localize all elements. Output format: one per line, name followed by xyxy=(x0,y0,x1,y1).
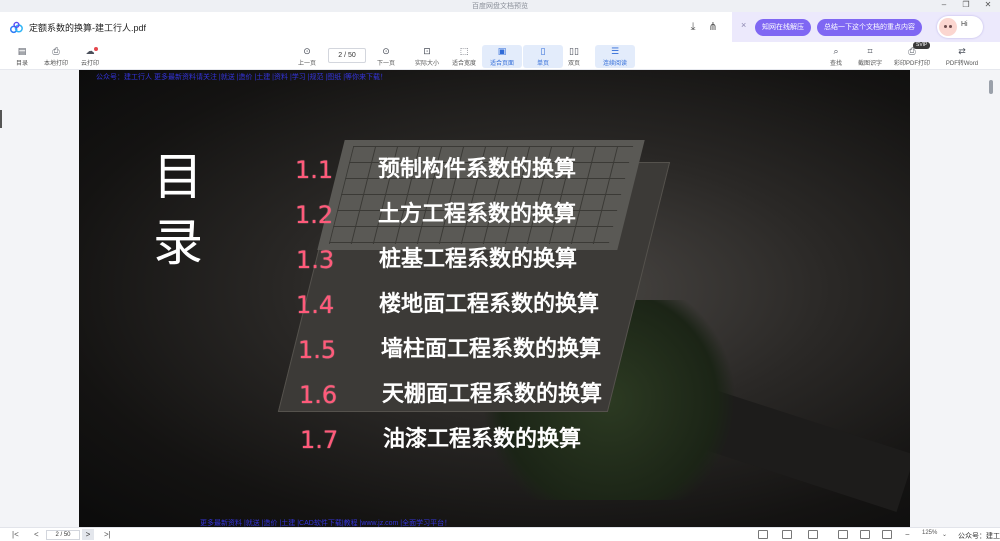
first-page-button[interactable]: |< xyxy=(12,530,19,540)
arrow-up-icon: ⊙ xyxy=(303,46,311,56)
toc-text: 墙柱面工程系数的换算 xyxy=(381,337,602,362)
fit-page-icon: ▣ xyxy=(497,46,507,56)
download-icon[interactable]: ⤓ xyxy=(686,20,700,34)
fit-icon[interactable] xyxy=(860,530,870,539)
close-button[interactable]: ✕ xyxy=(982,0,994,9)
scrollbar-thumb[interactable] xyxy=(989,80,993,94)
maximize-button[interactable]: ❐ xyxy=(960,0,972,9)
fit-width-icon: ⬚ xyxy=(459,46,469,56)
next-page-small-button[interactable]: > xyxy=(82,529,94,540)
share-icon[interactable]: ⋔ xyxy=(706,20,720,34)
continuous-icon: ☰ xyxy=(610,46,620,56)
toc-heading: 目 录 xyxy=(153,148,203,272)
arrow-down-icon: ⊙ xyxy=(382,46,390,56)
screenshot-ocr-button[interactable]: ⌗ 截图识字 xyxy=(850,45,890,68)
document-title: 定额系数的换算-建工行人.pdf xyxy=(29,23,147,33)
window-titlebar: 百度网盘文档预览 – ❐ ✕ xyxy=(0,0,1000,12)
app-title: 百度网盘文档预览 xyxy=(472,3,528,10)
ai-unzip-button[interactable]: 知网在线解压 xyxy=(755,19,811,36)
toc-number: 1.6 xyxy=(299,381,338,409)
continuous-read-button[interactable]: ☰ 连续阅读 xyxy=(595,45,635,68)
toc-number: 1.1 xyxy=(295,156,334,184)
toc-text: 土方工程系数的换算 xyxy=(378,202,577,227)
minimize-button[interactable]: – xyxy=(938,0,950,9)
view-mode-icon[interactable] xyxy=(808,530,818,539)
zoom-out-icon[interactable]: − xyxy=(905,530,910,540)
status-bar: |< < 2 / 50 > >| − 125% ⌄ xyxy=(0,527,1000,541)
next-page-button[interactable]: ⊙ 下一页 xyxy=(366,45,406,68)
toc-number: 1.5 xyxy=(298,336,337,364)
pdf-to-word-button[interactable]: ⇄ PDF转Word xyxy=(942,45,982,68)
fit-width-button[interactable]: ⬚ 适合宽度 xyxy=(444,45,484,68)
fit-page-button[interactable]: ▣ 适合页面 xyxy=(482,45,522,68)
collapse-icon[interactable]: × xyxy=(741,20,746,30)
ai-avatar-face-icon xyxy=(939,18,957,36)
svip-badge: SVIP xyxy=(913,42,931,49)
wechat-account-label: 公众号：建工行人 xyxy=(958,533,1000,540)
page-number-input[interactable]: 2 / 50 xyxy=(328,48,366,63)
ai-avatar-button[interactable]: Hi xyxy=(937,16,983,38)
actual-size-icon: ⊡ xyxy=(423,46,431,56)
view-mode-icon[interactable] xyxy=(758,530,768,539)
prev-page-button[interactable]: ⊙ 上一页 xyxy=(287,45,327,68)
actual-size-button[interactable]: ⊡ 实际大小 xyxy=(407,45,447,68)
ai-greeting: Hi xyxy=(961,21,968,28)
toc-text: 天棚面工程系数的换算 xyxy=(382,382,603,407)
baidu-netdisk-logo-icon xyxy=(10,21,23,34)
ai-summary-button[interactable]: 总结一下这个文档的重点内容 xyxy=(817,19,922,36)
toc-number: 1.7 xyxy=(300,426,339,454)
watermark-top: 公众号：建工行人 更多最新资料请关注 |就送 |造价 |土建 |资料 |学习 |… xyxy=(96,74,388,81)
view-mode-icon[interactable] xyxy=(782,530,792,539)
toc-number: 1.4 xyxy=(296,291,335,319)
cloud-print-button[interactable]: ☁ 云打印 xyxy=(70,45,110,68)
zoom-level[interactable]: 125% xyxy=(922,530,937,536)
prev-page-small-button[interactable]: < xyxy=(34,530,39,540)
zoom-dropdown-icon[interactable]: ⌄ xyxy=(942,530,947,540)
viewer-toolbar: ▤ 目录 ⎙ 本地打印 ☁ 云打印 ⊙ 上一页 ⊙ 下一页 ⊡ 实际大小 ⬚ 适… xyxy=(0,42,1000,70)
double-page-icon: ▯▯ xyxy=(569,46,579,56)
toc-number: 1.3 xyxy=(296,246,335,274)
crop-icon: ⌗ xyxy=(867,46,873,56)
window-controls: – ❐ ✕ xyxy=(938,0,994,9)
double-page-button[interactable]: ▯▯ 双页 xyxy=(554,45,594,68)
fit-icon[interactable] xyxy=(838,530,848,539)
fit-icon[interactable] xyxy=(882,530,892,539)
toc-number: 1.2 xyxy=(295,201,334,229)
left-edge-marker xyxy=(0,110,2,128)
toc-text: 桩基工程系数的换算 xyxy=(379,247,578,272)
status-page-input[interactable]: 2 / 50 xyxy=(46,530,80,540)
vertical-scrollbar[interactable] xyxy=(988,70,994,527)
toc-text: 油漆工程系数的换算 xyxy=(383,427,582,452)
notification-dot xyxy=(94,47,98,51)
toc-text: 预制构件系数的换算 xyxy=(378,157,577,182)
last-page-button[interactable]: >| xyxy=(104,530,111,540)
convert-icon: ⇄ xyxy=(958,46,966,56)
cloud-printer-icon: ☁ xyxy=(85,46,95,56)
toc-text: 楼地面工程系数的换算 xyxy=(379,292,600,317)
